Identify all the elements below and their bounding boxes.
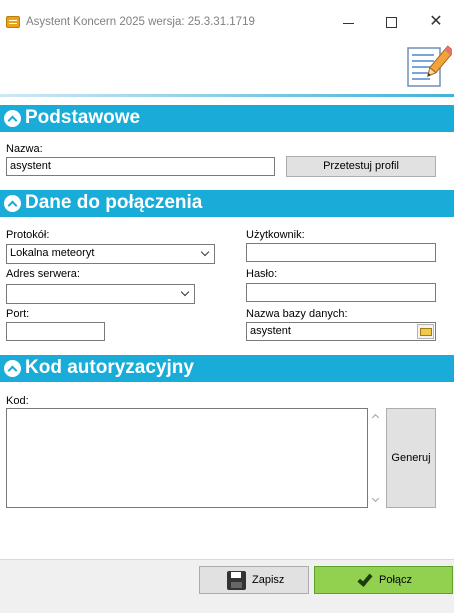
save-button-label: Zapisz [252, 574, 285, 586]
chevron-up-circle-icon[interactable] [4, 360, 21, 377]
app-icon [6, 16, 20, 28]
database-name-field[interactable]: asystent [246, 322, 436, 341]
chevron-down-icon [180, 287, 190, 297]
floppy-disk-icon [227, 571, 246, 590]
title-bar: Asystent Koncern 2025 wersja: 25.3.31.17… [0, 0, 454, 32]
code-textarea[interactable] [6, 408, 368, 508]
server-address-label: Adres serwera: [6, 268, 80, 280]
section-header-basic[interactable]: Podstawowe [0, 105, 454, 132]
generate-button[interactable]: Generuj [386, 408, 436, 508]
section-title-basic: Podstawowe [25, 107, 141, 128]
protocol-value: Lokalna meteoryt [10, 247, 95, 259]
protocol-label: Protokół: [6, 229, 50, 241]
code-label: Kod: [6, 395, 29, 407]
scroll-up-icon[interactable] [371, 413, 380, 422]
user-label: Użytkownik: [246, 229, 305, 241]
server-address-select[interactable] [6, 284, 195, 304]
header-area [0, 32, 454, 94]
port-field[interactable] [6, 322, 105, 341]
chevron-up-circle-icon[interactable] [4, 195, 21, 212]
folder-open-icon [420, 328, 432, 336]
scroll-down-icon[interactable] [371, 494, 380, 503]
save-button[interactable]: Zapisz [199, 566, 309, 594]
connect-button-label: Połącz [379, 574, 413, 586]
database-name-value: asystent [250, 325, 291, 337]
test-profile-button[interactable]: Przetestuj profil [286, 156, 436, 177]
maximize-button[interactable] [381, 12, 401, 32]
chevron-down-icon [200, 247, 210, 257]
header-divider [0, 94, 454, 97]
section-header-connection[interactable]: Dane do połączenia [0, 190, 454, 217]
minimize-button[interactable] [339, 12, 359, 32]
protocol-select[interactable]: Lokalna meteoryt [6, 244, 215, 264]
user-field[interactable] [246, 243, 436, 262]
name-field[interactable]: asystent [6, 157, 275, 176]
name-label: Nazwa: [6, 143, 43, 155]
close-button[interactable]: ✕ [426, 12, 446, 32]
window-title: Asystent Koncern 2025 wersja: 25.3.31.17… [26, 16, 255, 28]
connect-button[interactable]: Połącz [314, 566, 453, 594]
document-pencil-icon [407, 45, 452, 87]
password-label: Hasło: [246, 268, 278, 280]
browse-button[interactable] [417, 324, 434, 339]
checkmark-icon [357, 571, 373, 587]
section-title-connection: Dane do połączenia [25, 192, 203, 213]
database-name-label: Nazwa bazy danych: [246, 308, 348, 320]
section-title-auth: Kod autoryzacyjny [25, 357, 194, 378]
chevron-up-circle-icon[interactable] [4, 110, 21, 127]
port-label: Port: [6, 308, 30, 320]
password-field[interactable] [246, 283, 436, 302]
code-scrollbar[interactable] [368, 408, 384, 508]
section-header-auth[interactable]: Kod autoryzacyjny [0, 355, 454, 382]
